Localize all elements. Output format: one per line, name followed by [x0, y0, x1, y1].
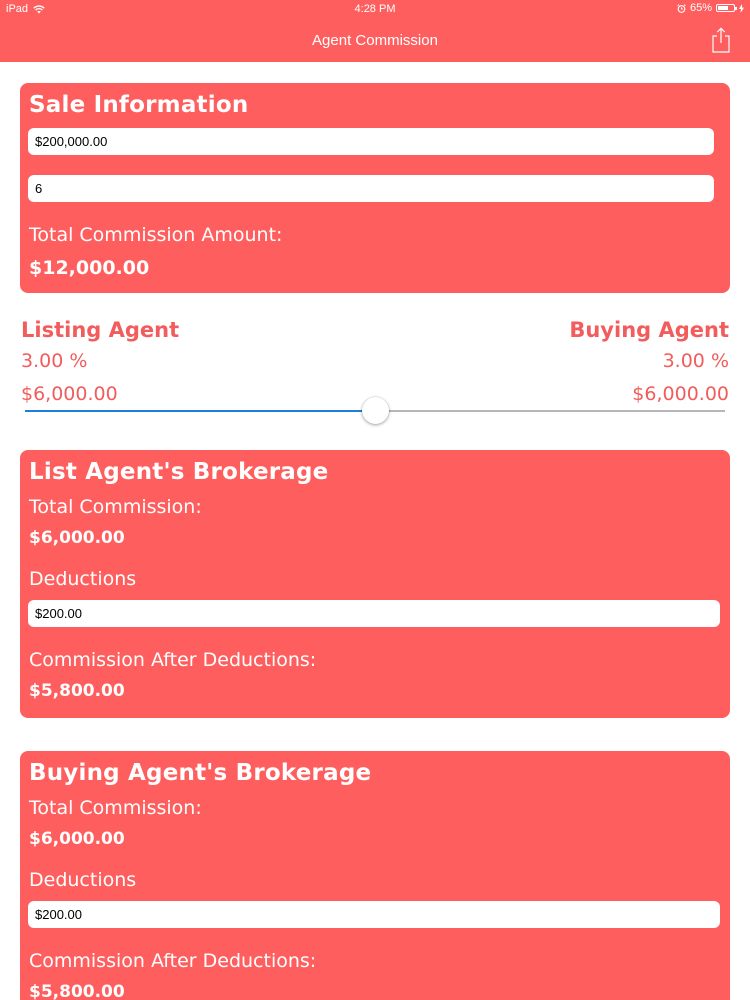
- listing-agent-percent: 3.00 %: [21, 350, 88, 372]
- buy-brokerage-title: Buying Agent's Brokerage: [29, 760, 372, 786]
- slider-track-min: [25, 410, 375, 412]
- share-icon: [712, 27, 730, 53]
- sale-information-card: Sale Information Total Commission Amount…: [20, 83, 730, 293]
- buy-deductions-label: Deductions: [29, 869, 137, 891]
- buy-deductions-input[interactable]: [28, 901, 720, 928]
- app-screen: iPad 4:28 PM 65% Agent Commission Sale I…: [0, 0, 750, 1000]
- battery-percent: 65%: [689, 2, 712, 14]
- total-commission-label: Total Commission Amount:: [29, 224, 283, 246]
- share-button[interactable]: [710, 27, 732, 53]
- buying-agent-brokerage-card: Buying Agent's Brokerage Total Commissio…: [20, 751, 730, 1000]
- list-after-deductions-value: $5,800.00: [29, 681, 125, 701]
- list-total-commission-label: Total Commission:: [29, 496, 202, 518]
- buying-agent-percent: 3.00 %: [662, 350, 729, 372]
- alarm-icon: [677, 3, 686, 13]
- buy-after-deductions-label: Commission After Deductions:: [29, 950, 317, 972]
- navigation-bar: iPad 4:28 PM 65% Agent Commission: [0, 0, 750, 62]
- list-after-deductions-label: Commission After Deductions:: [29, 649, 317, 671]
- charging-icon: [739, 3, 744, 13]
- list-deductions-label: Deductions: [29, 568, 137, 590]
- commission-rate-input[interactable]: [28, 175, 714, 202]
- buy-after-deductions-value: $5,800.00: [29, 982, 125, 1000]
- battery-icon: [716, 4, 737, 12]
- list-agent-brokerage-card: List Agent's Brokerage Total Commission:…: [20, 450, 730, 718]
- status-right: 65%: [677, 2, 744, 14]
- slider-track-max: [375, 410, 725, 412]
- sale-information-title: Sale Information: [29, 92, 249, 118]
- list-total-commission-value: $6,000.00: [29, 528, 125, 548]
- list-brokerage-title: List Agent's Brokerage: [29, 459, 329, 485]
- status-time: 4:28 PM: [354, 3, 396, 15]
- nav-title: Agent Commission: [312, 32, 438, 49]
- buying-agent-label: Buying Agent: [569, 318, 729, 342]
- commission-split-slider[interactable]: [25, 396, 725, 426]
- total-commission-value: $12,000.00: [29, 257, 150, 279]
- buy-total-commission-value: $6,000.00: [29, 829, 125, 849]
- listing-agent-label: Listing Agent: [21, 318, 180, 342]
- list-deductions-input[interactable]: [28, 600, 720, 627]
- buy-total-commission-label: Total Commission:: [29, 797, 202, 819]
- slider-thumb[interactable]: [362, 397, 389, 424]
- sale-price-input[interactable]: [28, 128, 714, 155]
